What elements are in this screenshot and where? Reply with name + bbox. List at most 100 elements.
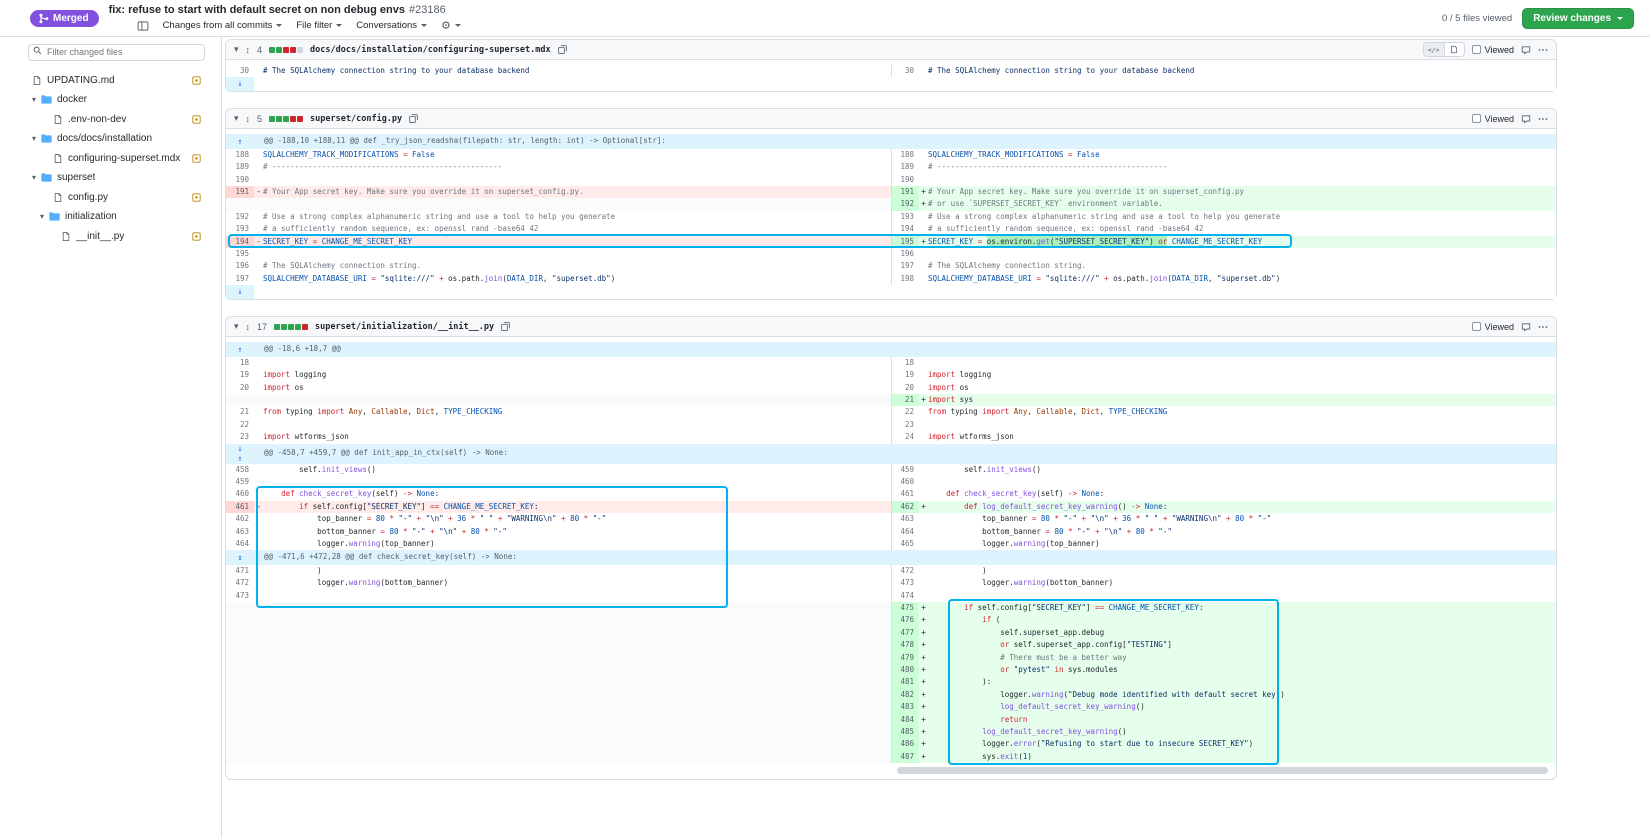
code-line[interactable]: logger.warning(top_banner): [919, 538, 1556, 550]
code-line[interactable]: import os: [254, 382, 891, 394]
tree-file-.env-non-dev[interactable]: .env-non-dev: [28, 110, 205, 130]
viewed-checkbox[interactable]: Viewed: [1472, 322, 1514, 332]
line-number[interactable]: 190: [226, 174, 254, 186]
code-line[interactable]: [919, 248, 1556, 260]
code-line[interactable]: [919, 419, 1556, 431]
code-line[interactable]: def check_secret_key(self) -> None:: [919, 488, 1556, 500]
line-number[interactable]: 487: [891, 751, 919, 763]
code-line[interactable]: [254, 248, 891, 260]
code-line[interactable]: ): [254, 565, 891, 577]
line-number[interactable]: 484: [891, 714, 919, 726]
review-changes-button[interactable]: Review changes: [1522, 8, 1634, 29]
code-line[interactable]: # --------------------------------------…: [919, 161, 1556, 173]
code-line[interactable]: logger.warning(top_banner): [254, 538, 891, 550]
line-number[interactable]: 464: [226, 538, 254, 550]
line-number[interactable]: 472: [891, 565, 919, 577]
code-line[interactable]: [919, 476, 1556, 488]
viewed-checkbox[interactable]: Viewed: [1472, 114, 1514, 124]
line-number[interactable]: 195: [891, 236, 919, 248]
code-line[interactable]: + logger.error("Refusing to start due to…: [919, 738, 1556, 750]
tree-file-UPDATING.md[interactable]: UPDATING.md: [28, 71, 205, 91]
file-options-button[interactable]: [1538, 45, 1548, 55]
expand-context-icon[interactable]: ↑: [238, 454, 243, 463]
code-line[interactable]: [254, 174, 891, 186]
file-options-button[interactable]: [1538, 114, 1548, 124]
line-number[interactable]: 462: [891, 501, 919, 513]
expand-down-icon[interactable]: ↓: [226, 285, 254, 299]
code-line[interactable]: logger.warning(bottom_banner): [919, 577, 1556, 589]
code-line[interactable]: + logger.warning("Debug mode identified …: [919, 689, 1556, 701]
line-number[interactable]: 480: [891, 664, 919, 676]
code-line[interactable]: + sys.exit(1): [919, 751, 1556, 763]
code-line[interactable]: bottom_banner = 80 * "-" + "\n" + 80 * "…: [919, 526, 1556, 538]
comment-button[interactable]: [1521, 322, 1531, 332]
line-number[interactable]: 196: [891, 248, 919, 260]
collapse-file-icon[interactable]: ▾: [234, 113, 239, 124]
code-line[interactable]: SQLALCHEMY_TRACK_MODIFICATIONS = False: [254, 149, 891, 161]
line-number[interactable]: 191: [226, 186, 254, 198]
unfold-all-icon[interactable]: ↕: [246, 322, 251, 332]
line-number[interactable]: 20: [891, 382, 919, 394]
diff-settings-gear[interactable]: ⚙: [441, 19, 461, 32]
expand-context-icon[interactable]: ↑: [238, 137, 243, 146]
code-line[interactable]: # a sufficiently random sequence, ex: op…: [254, 223, 891, 235]
code-line[interactable]: + if self.config["SECRET_KEY"] == CHANGE…: [919, 602, 1556, 614]
code-line[interactable]: from typing import Any, Callable, Dict, …: [254, 406, 891, 418]
code-line[interactable]: +# or use `SUPERSET_SECRET_KEY` environm…: [919, 198, 1556, 210]
code-line[interactable]: + log_default_secret_key_warning(): [919, 701, 1556, 713]
code-line[interactable]: - if self.config["SECRET_KEY"] == CHANGE…: [254, 501, 891, 513]
unfold-all-icon[interactable]: ↕: [246, 114, 251, 124]
line-number[interactable]: 196: [226, 260, 254, 272]
line-number[interactable]: 24: [891, 431, 919, 443]
tree-folder-initialization[interactable]: ▾initialization: [28, 207, 205, 227]
code-line[interactable]: import wtforms_json: [919, 431, 1556, 443]
line-number[interactable]: 462: [226, 513, 254, 525]
code-line[interactable]: top_banner = 80 * "-" + "\n" + 36 * " " …: [919, 513, 1556, 525]
code-line[interactable]: [254, 476, 891, 488]
code-line[interactable]: # --------------------------------------…: [254, 161, 891, 173]
line-number[interactable]: 482: [891, 689, 919, 701]
code-line[interactable]: [919, 357, 1556, 369]
line-number[interactable]: 459: [891, 464, 919, 476]
code-line[interactable]: SQLALCHEMY_TRACK_MODIFICATIONS = False: [919, 149, 1556, 161]
conversations-dropdown[interactable]: Conversations: [356, 20, 427, 31]
tree-folder-superset[interactable]: ▾superset: [28, 168, 205, 188]
comment-button[interactable]: [1521, 114, 1531, 124]
comment-button[interactable]: [1521, 45, 1531, 55]
expand-context-icon[interactable]: ↕: [238, 553, 243, 562]
line-number[interactable]: 23: [891, 419, 919, 431]
code-line[interactable]: + log_default_secret_key_warning(): [919, 726, 1556, 738]
code-line[interactable]: # a sufficiently random sequence, ex: op…: [919, 223, 1556, 235]
code-line[interactable]: + or self.superset_app.config["TESTING"]: [919, 639, 1556, 651]
copy-path-button[interactable]: [501, 322, 510, 331]
code-line[interactable]: +import sys: [919, 394, 1556, 406]
line-number[interactable]: 192: [891, 198, 919, 210]
expand-context-icon[interactable]: ↓: [238, 444, 243, 453]
line-number[interactable]: 190: [891, 174, 919, 186]
unfold-all-icon[interactable]: ↕: [246, 45, 251, 55]
code-line[interactable]: # Use a strong complex alphanumeric stri…: [919, 211, 1556, 223]
line-number[interactable]: 19: [891, 369, 919, 381]
code-line[interactable]: SQLALCHEMY_DATABASE_URI = "sqlite:///" +…: [919, 273, 1556, 285]
code-line[interactable]: + def log_default_secret_key_warning() -…: [919, 501, 1556, 513]
line-number[interactable]: 22: [226, 419, 254, 431]
line-number[interactable]: 195: [226, 248, 254, 260]
line-number[interactable]: 461: [226, 501, 254, 513]
line-number[interactable]: 189: [891, 161, 919, 173]
line-number[interactable]: 481: [891, 676, 919, 688]
line-number[interactable]: 465: [891, 538, 919, 550]
line-number[interactable]: 30: [891, 65, 919, 77]
code-line[interactable]: [254, 357, 891, 369]
code-line[interactable]: [254, 590, 891, 602]
line-number[interactable]: 194: [891, 223, 919, 235]
checkbox-icon[interactable]: [1472, 322, 1481, 331]
tree-folder-docker[interactable]: ▾docker: [28, 90, 205, 110]
line-number[interactable]: 192: [226, 211, 254, 223]
line-number[interactable]: 460: [891, 476, 919, 488]
line-number[interactable]: 458: [226, 464, 254, 476]
collapse-file-icon[interactable]: ▾: [234, 321, 239, 332]
code-line[interactable]: # The SQLAlchemy connection string.: [254, 260, 891, 272]
code-line[interactable]: # Use a strong complex alphanumeric stri…: [254, 211, 891, 223]
line-number[interactable]: 22: [891, 406, 919, 418]
code-line[interactable]: ): [919, 565, 1556, 577]
